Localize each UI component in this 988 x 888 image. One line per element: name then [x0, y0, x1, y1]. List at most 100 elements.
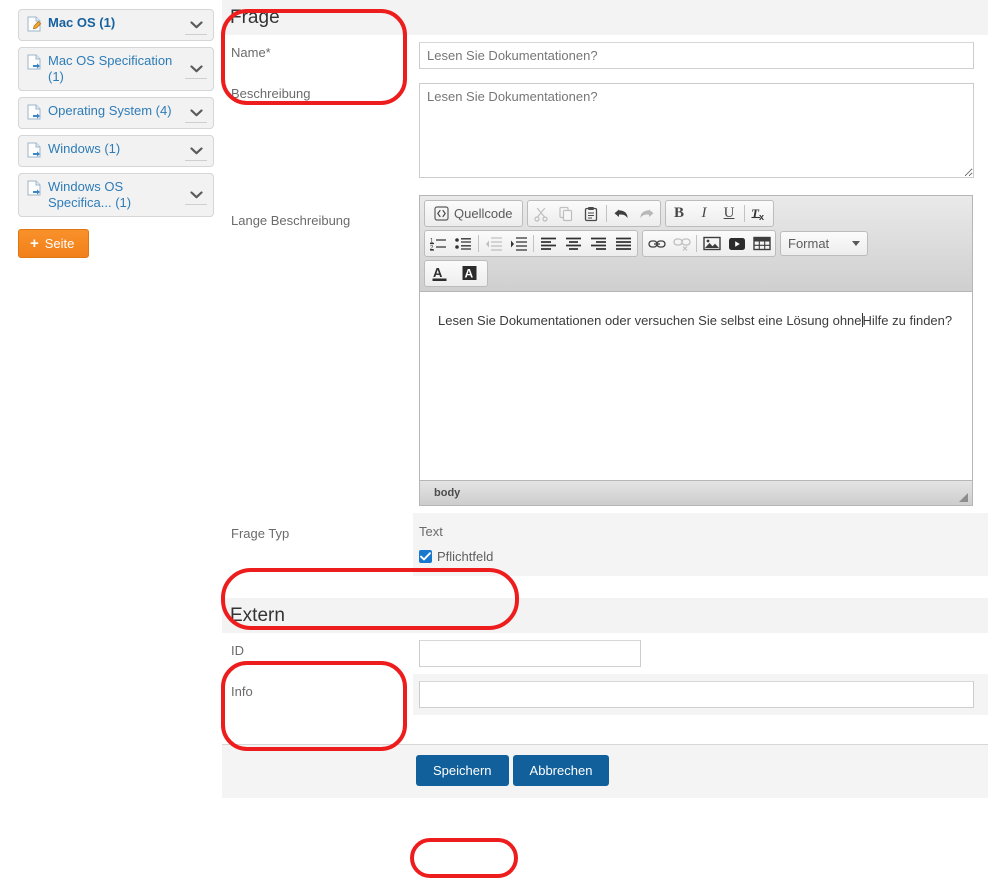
indent-icon[interactable] — [506, 232, 531, 255]
document-arrow-icon — [27, 180, 42, 199]
sidebar-item-label: Operating System (4) — [48, 103, 172, 118]
document-arrow-icon — [27, 54, 42, 73]
chevron-down-icon — [852, 241, 860, 246]
background-color-button[interactable]: A — [456, 262, 486, 285]
sidebar-item-mac-os[interactable]: Mac OS (1) — [18, 9, 214, 41]
sidebar-item-label: Windows OS Specifica... (1) — [48, 179, 132, 210]
sidebar-item-label: Windows (1) — [48, 141, 121, 156]
info-input[interactable] — [419, 681, 974, 708]
footer-spacer — [222, 715, 988, 744]
outdent-icon[interactable] — [481, 232, 506, 255]
id-label: ID — [222, 633, 413, 669]
paste-icon[interactable] — [579, 202, 604, 225]
editor-text-after-caret: Hilfe zu finden? — [862, 313, 953, 328]
id-input[interactable] — [419, 640, 641, 667]
extern-section-header: Extern — [222, 598, 988, 633]
question-form: Frage Name* Beschreibung Lesen Sie Dokum… — [222, 0, 988, 798]
editor-toolbar: Quellcode B I U T x 1 2 Format A A — [420, 196, 972, 292]
info-label: Info — [222, 674, 413, 710]
form-action-bar: Speichern Abbrechen — [222, 745, 988, 798]
pflichtfeld-checkbox[interactable] — [419, 550, 432, 563]
toolbar-group-document: Quellcode — [424, 200, 523, 227]
toolbar-divider — [696, 235, 697, 252]
lange-beschreibung-label: Lange Beschreibung — [222, 185, 413, 239]
bold-button[interactable]: B — [667, 202, 692, 225]
source-code-label: Quellcode — [454, 206, 513, 221]
source-code-button[interactable]: Quellcode — [426, 202, 521, 225]
toolbar-divider — [743, 205, 745, 222]
toolbar-divider — [478, 235, 479, 252]
editor-status-bar: body — [420, 480, 972, 505]
form-row-beschreibung: Beschreibung Lesen Sie Dokumentationen? — [222, 76, 988, 185]
beschreibung-label: Beschreibung — [222, 76, 413, 112]
add-page-label: Seite — [44, 236, 75, 251]
cancel-button[interactable]: Abbrechen — [512, 755, 610, 786]
align-center-icon[interactable] — [561, 232, 586, 255]
text-color-icon: A — [432, 265, 447, 282]
remove-format-icon[interactable]: Tx — [747, 202, 772, 225]
sidebar-item-windows-os-specification[interactable]: Windows OS Specifica... (1) — [18, 173, 214, 217]
chevron-down-icon[interactable] — [185, 141, 207, 161]
align-right-icon[interactable] — [586, 232, 611, 255]
chevron-down-icon[interactable] — [185, 185, 207, 205]
document-arrow-icon — [27, 142, 42, 161]
page-list-sidebar: Mac OS (1) Mac OS Specification (1) Oper… — [0, 0, 215, 258]
section-spacer — [222, 576, 988, 598]
undo-icon[interactable] — [609, 202, 634, 225]
bulleted-list-icon[interactable] — [451, 232, 476, 255]
toolbar-group-insert — [642, 230, 776, 257]
source-code-icon — [434, 206, 449, 221]
chevron-down-icon[interactable] — [185, 103, 207, 123]
frage-typ-label: Frage Typ — [222, 513, 413, 552]
unlink-icon[interactable] — [669, 232, 694, 255]
table-icon[interactable] — [749, 232, 774, 255]
frage-typ-value: Text — [419, 524, 443, 539]
add-page-button[interactable]: + Seite — [18, 229, 90, 258]
sidebar-item-mac-os-specification[interactable]: Mac OS Specification (1) — [18, 47, 214, 91]
svg-text:A: A — [465, 267, 474, 281]
document-edit-icon — [27, 16, 42, 35]
pflichtfeld-label: Pflichtfeld — [437, 549, 494, 564]
form-row-frage-typ: Frage Typ Text Pflichtfeld — [222, 513, 988, 576]
align-justify-icon[interactable] — [611, 232, 636, 255]
format-dropdown[interactable]: Format — [780, 231, 868, 256]
sidebar-item-windows[interactable]: Windows (1) — [18, 135, 214, 167]
chevron-down-icon[interactable] — [185, 15, 207, 35]
toolbar-divider — [533, 235, 534, 252]
link-icon[interactable] — [644, 232, 669, 255]
editor-element-path: body — [434, 487, 461, 499]
beschreibung-textarea[interactable]: Lesen Sie Dokumentationen? — [419, 83, 974, 178]
cut-icon[interactable] — [529, 202, 554, 225]
editor-content-area[interactable]: Lesen Sie Dokumentationen oder versuchen… — [420, 292, 972, 480]
pflichtfeld-checkbox-row[interactable]: Pflichtfeld — [419, 549, 974, 564]
video-icon[interactable] — [724, 232, 749, 255]
toolbar-group-paragraph: 12 — [424, 230, 638, 257]
background-color-icon: A — [462, 265, 477, 282]
form-row-name: Name* — [222, 35, 988, 76]
numbered-list-icon[interactable]: 12 — [426, 232, 451, 255]
italic-button[interactable]: I — [692, 202, 717, 225]
redo-icon[interactable] — [634, 202, 659, 225]
editor-resize-grip[interactable] — [959, 493, 968, 502]
copy-icon[interactable] — [554, 202, 579, 225]
format-dropdown-label: Format — [788, 236, 830, 251]
form-row-lange-beschreibung: Lange Beschreibung Quellcode B I U T x 1… — [222, 185, 988, 513]
form-row-id: ID — [222, 633, 988, 674]
underline-button[interactable]: U — [717, 202, 742, 225]
editor-text-before-caret: Lesen Sie Dokumentationen oder versuchen… — [438, 313, 862, 328]
chevron-down-icon[interactable] — [185, 59, 207, 79]
toolbar-group-colors: A A — [424, 260, 488, 287]
annotation-speichern-button — [410, 838, 518, 878]
name-label: Name* — [222, 35, 413, 71]
frage-section-header: Frage — [222, 0, 988, 35]
name-input[interactable] — [419, 42, 974, 69]
sidebar-item-operating-system[interactable]: Operating System (4) — [18, 97, 214, 129]
text-color-button[interactable]: A — [426, 262, 456, 285]
plus-icon: + — [30, 235, 39, 252]
toolbar-group-basic-styles: B I U Tx — [664, 200, 774, 227]
image-icon[interactable] — [699, 232, 724, 255]
save-button[interactable]: Speichern — [416, 755, 509, 786]
form-row-info: Info — [222, 674, 988, 715]
align-left-icon[interactable] — [536, 232, 561, 255]
svg-text:A: A — [433, 265, 443, 280]
